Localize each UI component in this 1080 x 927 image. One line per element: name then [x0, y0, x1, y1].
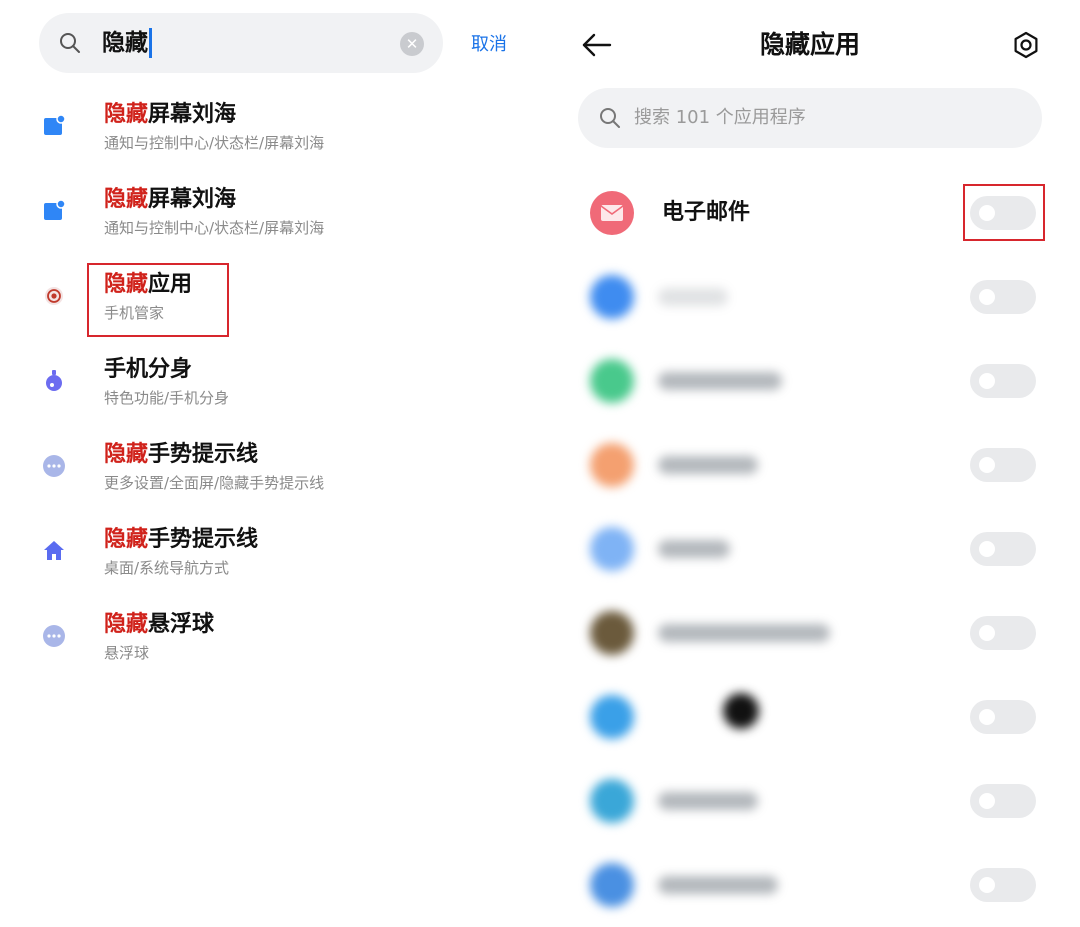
blurred-app-name [658, 372, 782, 390]
result-title-highlight: 隐藏 [104, 102, 149, 127]
search-result-hide-notch-2[interactable]: 隐藏屏幕刘海 通知与控制中心/状态栏/屏幕刘海 [0, 183, 540, 263]
settings-search-bar[interactable]: 隐藏 ✕ [39, 13, 443, 73]
blurred-app-icon [590, 695, 634, 739]
result-path: 通知与控制中心/状态栏/屏幕刘海 [104, 219, 325, 237]
toggle-knob [979, 793, 995, 809]
blurred-app-icon [590, 527, 634, 571]
toggle-knob [979, 457, 995, 473]
toggle-knob [979, 625, 995, 641]
search-result-hide-floating-ball[interactable]: 隐藏悬浮球 悬浮球 [0, 608, 540, 688]
email-icon [590, 191, 634, 235]
toggle-knob [979, 541, 995, 557]
blurred-app-name [658, 540, 730, 558]
result-title-highlight: 隐藏 [104, 187, 149, 212]
result-title: 屏幕刘海 [148, 187, 237, 212]
toggle-knob [979, 289, 995, 305]
app-row-blurred [540, 507, 1080, 591]
result-path: 特色功能/手机分身 [104, 389, 230, 407]
app-row-blurred [540, 759, 1080, 843]
result-path: 悬浮球 [104, 644, 150, 662]
search-input[interactable]: 隐藏 [102, 26, 152, 60]
annotation-box-email-toggle [963, 184, 1045, 241]
search-result-hide-gesture-line-2[interactable]: 隐藏手势提示线 桌面/系统导航方式 [0, 523, 540, 603]
app-row-blurred [540, 843, 1080, 927]
search-icon [60, 33, 80, 53]
app-search-bar[interactable]: 搜索 101 个应用程序 [578, 88, 1042, 148]
hidden-apps-panel: 隐藏应用 搜索 101 个应用程序 电子邮件 [540, 0, 1080, 907]
result-title: 手机分身 [104, 357, 193, 382]
hide-app-toggle[interactable] [970, 280, 1036, 314]
hide-app-toggle[interactable] [970, 448, 1036, 482]
search-result-second-space[interactable]: 手机分身 特色功能/手机分身 [0, 353, 540, 433]
blurred-app-name [658, 456, 758, 474]
blurred-app-icon [590, 275, 634, 319]
blurred-app-icon [590, 611, 634, 655]
hide-app-toggle[interactable] [970, 532, 1036, 566]
more-settings-icon [43, 625, 65, 647]
annotation-box-hide-apps [87, 263, 229, 337]
hide-app-toggle[interactable] [970, 364, 1036, 398]
settings-search-panel: 隐藏 ✕ 取消 隐藏屏幕刘海 通知与控制中心/状态栏/屏幕刘海 隐藏屏幕刘海 通… [0, 0, 540, 878]
search-result-hide-notch-1[interactable]: 隐藏屏幕刘海 通知与控制中心/状态栏/屏幕刘海 [0, 98, 540, 178]
blurred-app-name [658, 288, 728, 306]
hide-app-toggle[interactable] [970, 868, 1036, 902]
cancel-button[interactable]: 取消 [471, 33, 507, 57]
search-icon [600, 108, 620, 128]
email-envelope-icon [600, 205, 624, 221]
blurred-app-name [658, 624, 830, 642]
hide-app-toggle[interactable] [970, 616, 1036, 650]
blurred-app-name [658, 876, 778, 894]
hide-app-toggle[interactable] [970, 700, 1036, 734]
notification-icon [44, 114, 66, 135]
app-row-blurred [540, 339, 1080, 423]
gear-icon[interactable] [1012, 31, 1040, 59]
result-title-highlight: 隐藏 [104, 527, 149, 552]
second-space-icon [46, 370, 62, 391]
result-title: 悬浮球 [148, 612, 215, 637]
search-result-hide-apps[interactable]: 隐藏应用 手机管家 [0, 268, 540, 348]
app-name: 电子邮件 [662, 200, 751, 225]
blurred-app-icon [590, 863, 634, 907]
app-row-blurred [540, 591, 1080, 675]
result-path: 通知与控制中心/状态栏/屏幕刘海 [104, 134, 325, 152]
more-settings-icon [43, 455, 65, 477]
result-title: 手势提示线 [148, 442, 259, 467]
result-path: 桌面/系统导航方式 [104, 559, 230, 577]
toggle-knob [979, 373, 995, 389]
result-title-highlight: 隐藏 [104, 442, 149, 467]
toggle-knob [979, 877, 995, 893]
security-app-icon [45, 287, 63, 305]
text-caret [149, 28, 152, 58]
clear-search-icon[interactable]: ✕ [400, 32, 424, 56]
app-row-blurred [540, 423, 1080, 507]
result-title: 屏幕刘海 [148, 102, 237, 127]
app-row-blurred [540, 675, 1080, 759]
result-title-highlight: 隐藏 [104, 612, 149, 637]
blurred-app-icon [590, 779, 634, 823]
page-title: 隐藏应用 [759, 30, 860, 59]
home-icon [44, 541, 64, 560]
result-path: 更多设置/全面屏/隐藏手势提示线 [104, 474, 325, 492]
blurred-app-icon [590, 443, 634, 487]
blurred-app-icon [590, 359, 634, 403]
hide-app-toggle[interactable] [970, 784, 1036, 818]
toggle-knob [979, 709, 995, 725]
search-result-hide-gesture-line-1[interactable]: 隐藏手势提示线 更多设置/全面屏/隐藏手势提示线 [0, 438, 540, 518]
blurred-app-name [658, 792, 758, 810]
blurred-app-mark [723, 693, 759, 729]
app-search-placeholder: 搜索 101 个应用程序 [634, 107, 806, 128]
notification-icon [44, 199, 66, 220]
app-row-blurred [540, 255, 1080, 339]
search-query-text: 隐藏 [102, 30, 148, 56]
result-title: 手势提示线 [148, 527, 259, 552]
